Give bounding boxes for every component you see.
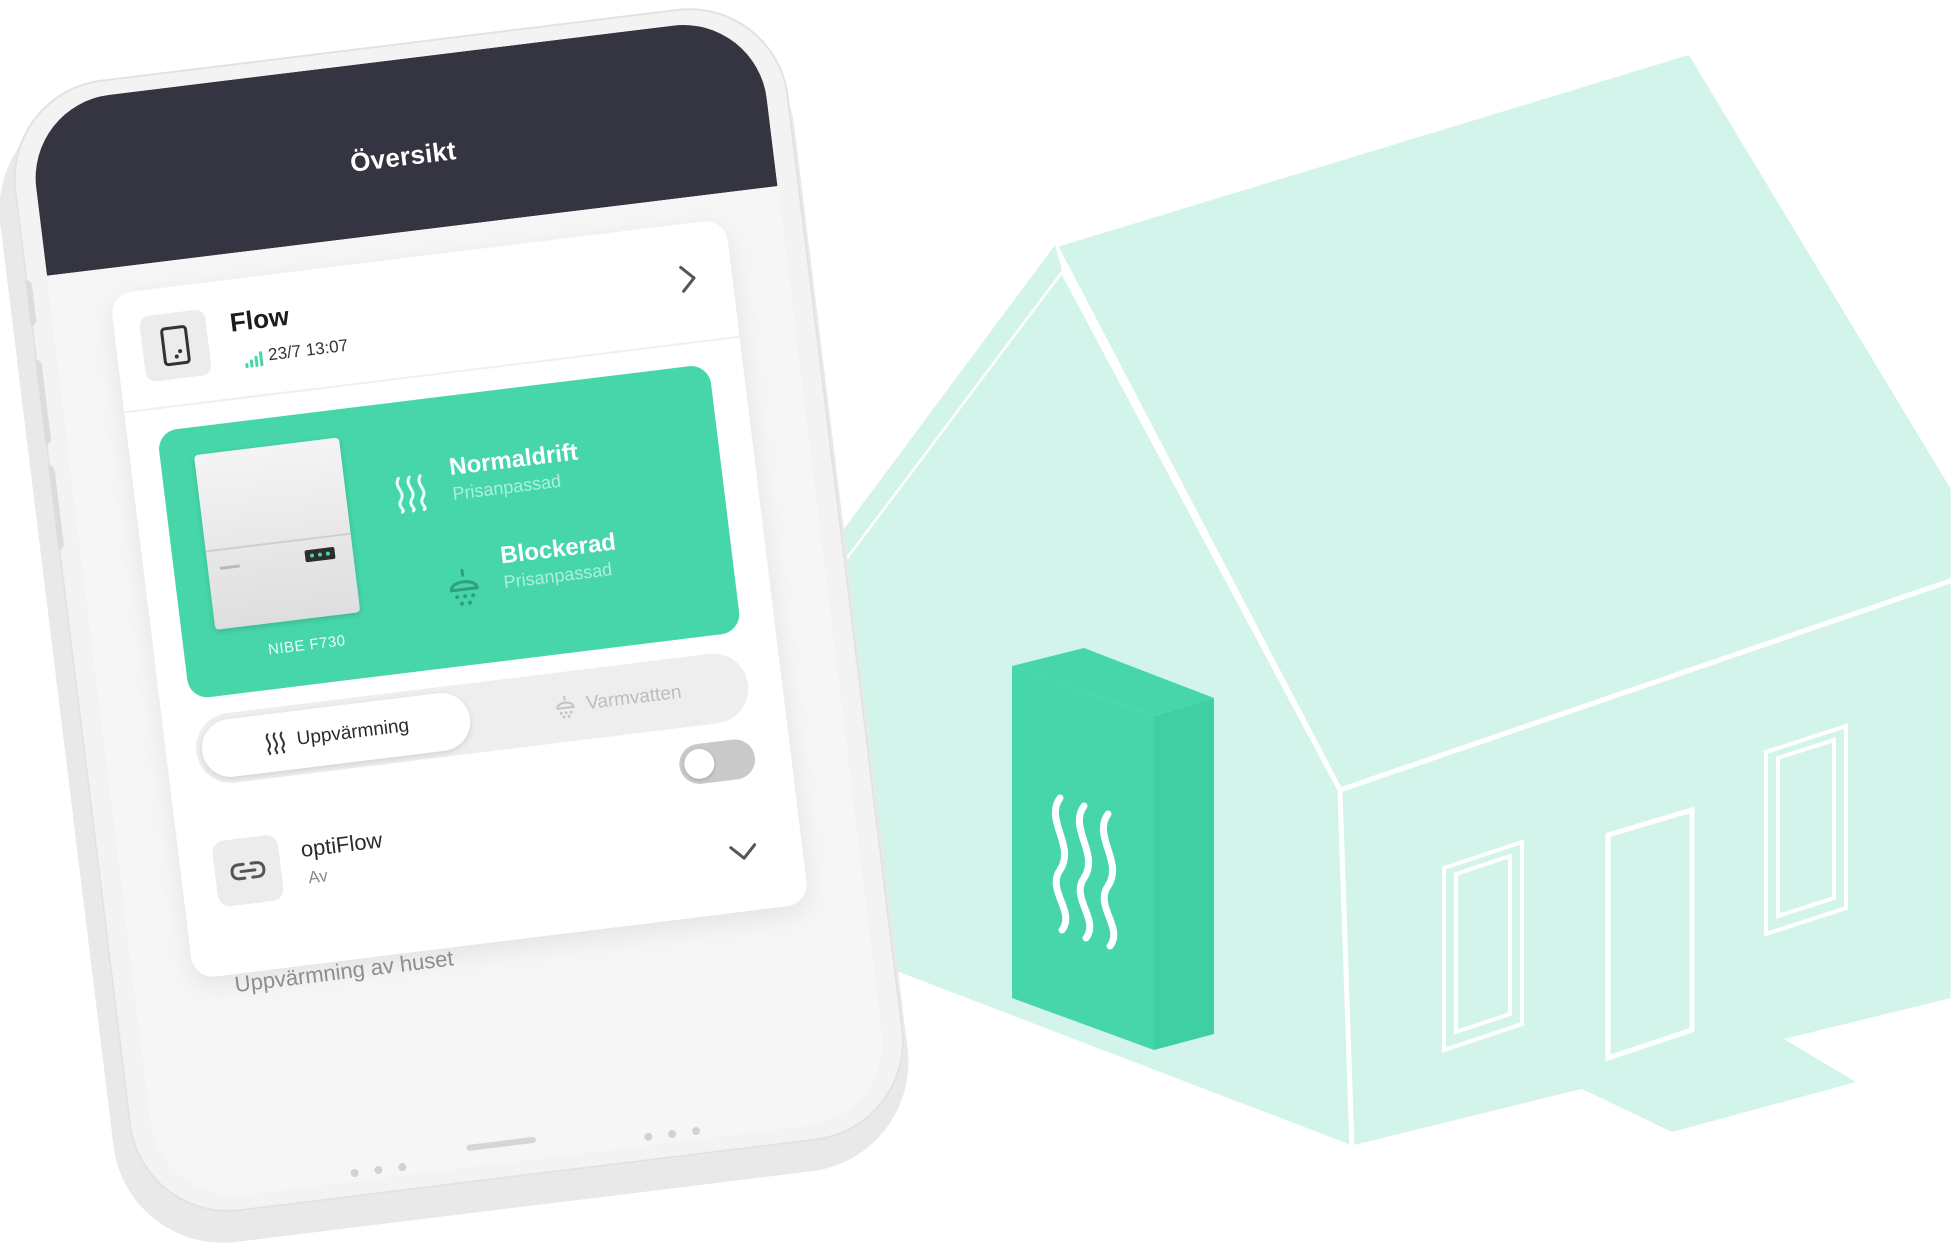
device-timestamp: 23/7 13:07 <box>267 335 350 365</box>
optiflow-status: Av <box>307 866 329 888</box>
heating-status: Normaldrift Prisanpassad <box>448 438 583 504</box>
shower-icon <box>556 695 575 719</box>
heat-waves-icon <box>265 731 285 756</box>
shower-icon <box>449 568 479 606</box>
section-heading: Uppvärmning av huset <box>233 945 455 998</box>
page-title: Översikt <box>348 134 458 178</box>
heat-pump-box-front <box>1012 666 1154 1050</box>
tab-hot-water[interactable]: Varmvatten <box>490 656 745 744</box>
pump-model-label: NIBE F730 <box>267 632 347 659</box>
device-card: Flow 23/7 13:07 NIBE F730 Normaldrift Pr… <box>109 218 810 997</box>
app-screen: Översikt Flow 23/7 13:07 NIBE F730 Norma… <box>26 15 892 1205</box>
status-panel: NIBE F730 Normaldrift Prisanpassad Block… <box>156 363 742 700</box>
app-content: Flow 23/7 13:07 NIBE F730 Normaldrift Pr… <box>46 186 892 1205</box>
device-meta: 23/7 13:07 <box>243 336 349 369</box>
chevron-down-icon[interactable] <box>727 841 760 867</box>
tab-heating[interactable]: Uppvärmning <box>198 689 474 781</box>
hot-water-status: Blockerad Prisanpassad <box>499 529 620 594</box>
tab-hot-water-label: Varmvatten <box>584 681 683 715</box>
device-name: Flow <box>228 300 291 338</box>
chevron-right-icon[interactable] <box>676 263 700 300</box>
phone-device-icon <box>138 308 213 383</box>
bottom-speaker-bar <box>466 1136 537 1152</box>
heat-pump-image <box>193 437 361 630</box>
tab-heating-label: Uppvärmning <box>295 715 411 750</box>
heat-pump-box-side <box>1154 698 1214 1050</box>
signal-bars-icon <box>244 350 264 369</box>
optiflow-toggle[interactable] <box>677 737 758 787</box>
link-icon <box>211 833 285 908</box>
phone-body: Översikt Flow 23/7 13:07 NIBE F730 Norma… <box>2 0 916 1224</box>
heat-waves-icon <box>395 474 427 514</box>
phone-mockup: Översikt Flow 23/7 13:07 NIBE F730 Norma… <box>0 0 921 1255</box>
optiflow-title: optiFlow <box>299 827 384 863</box>
